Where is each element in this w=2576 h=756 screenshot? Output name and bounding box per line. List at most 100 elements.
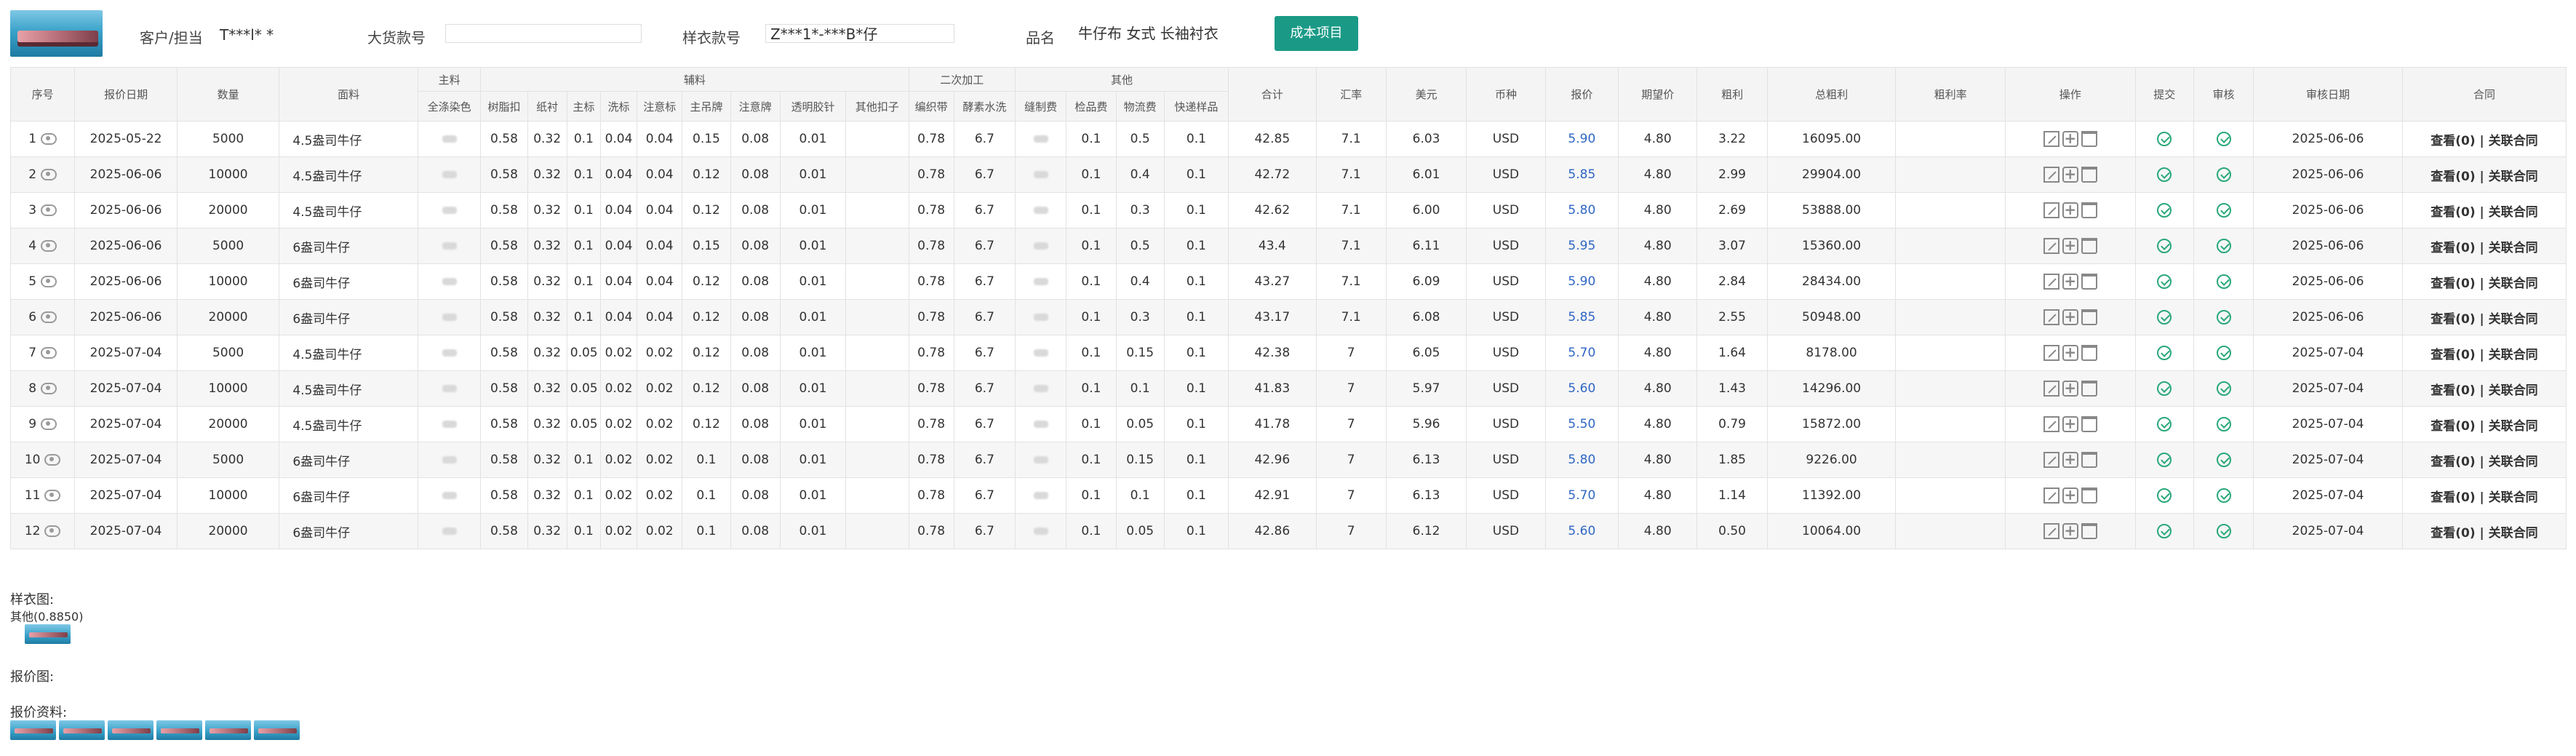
quote-doc-thumb[interactable] [205,720,251,740]
cell-contract[interactable]: 查看(0) | 关联合同 [2401,442,2567,478]
view-eye-icon[interactable] [44,525,61,537]
cell-note-label: 0.02 [637,442,683,478]
cell-other-btn [845,335,909,371]
quote-doc-thumb[interactable] [254,720,300,740]
delete-icon[interactable] [2081,202,2097,218]
add-icon[interactable] [2062,379,2078,397]
quote-doc-thumb[interactable] [10,720,56,740]
cell-note-tag: 0.08 [730,156,781,193]
edit-icon[interactable] [2043,202,2059,218]
cell-lining: 0.32 [527,156,567,193]
cell-contract[interactable]: 查看(0) | 关联合同 [2401,263,2567,300]
add-icon[interactable] [2062,130,2078,147]
delete-icon[interactable] [2081,309,2097,325]
sample-image-thumb[interactable] [25,624,71,644]
cell-profit-rate [1895,121,2006,157]
view-eye-icon[interactable] [44,454,61,466]
edit-icon[interactable] [2043,131,2059,147]
edit-icon[interactable] [2043,416,2059,432]
add-icon[interactable] [2062,343,2078,361]
edit-icon[interactable] [2043,345,2059,361]
delete-icon[interactable] [2081,238,2097,254]
view-eye-icon[interactable] [41,133,57,145]
edit-icon[interactable] [2043,488,2059,504]
cell-quote[interactable]: 5.85 [1544,156,1619,193]
cell-contract[interactable]: 查看(0) | 关联合同 [2401,156,2567,193]
quote-doc-thumb[interactable] [156,720,202,740]
delete-icon[interactable] [2081,523,2097,539]
cell-quote[interactable]: 5.80 [1544,192,1619,228]
cell-contract[interactable]: 查看(0) | 关联合同 [2401,370,2567,407]
delete-icon[interactable] [2081,167,2097,183]
cell-hangtag: 0.12 [682,263,731,300]
delete-icon[interactable] [2081,131,2097,147]
view-eye-icon[interactable] [41,418,57,430]
add-icon[interactable] [2062,236,2078,254]
cell-quote[interactable]: 5.90 [1544,121,1619,157]
delete-icon[interactable] [2081,274,2097,290]
add-icon[interactable] [2062,415,2078,432]
edit-icon[interactable] [2043,167,2059,183]
cell-quote[interactable]: 5.50 [1544,406,1619,442]
delete-icon[interactable] [2081,452,2097,468]
cell-resin-btn: 0.58 [480,156,528,193]
quote-doc-thumb[interactable] [59,720,105,740]
add-icon[interactable] [2062,522,2078,539]
col-seq: 序号 [9,67,76,122]
edit-icon[interactable] [2043,274,2059,290]
cell-contract[interactable]: 查看(0) | 关联合同 [2401,477,2567,514]
cell-quote[interactable]: 5.85 [1544,299,1619,335]
cell-quote[interactable]: 5.60 [1544,513,1619,549]
view-eye-icon[interactable] [41,204,57,216]
cost-items-button[interactable]: 成本项目 [1275,16,1358,51]
cell-quote[interactable]: 5.60 [1544,370,1619,407]
view-eye-icon[interactable] [41,311,57,323]
cell-quote[interactable]: 5.70 [1544,477,1619,514]
edit-icon[interactable] [2043,523,2059,539]
cell-contract[interactable]: 查看(0) | 关联合同 [2401,121,2567,157]
add-icon[interactable] [2062,165,2078,183]
cell-contract[interactable]: 查看(0) | 关联合同 [2401,335,2567,371]
quote-doc-thumb[interactable] [108,720,153,740]
cell-logistics: 0.15 [1115,442,1165,478]
delete-icon[interactable] [2081,416,2097,432]
cell-express: 0.1 [1163,370,1229,407]
sample-style-input[interactable]: Z***1*-***B*仔 [765,24,954,43]
delete-icon[interactable] [2081,488,2097,504]
cell-contract[interactable]: 查看(0) | 关联合同 [2401,192,2567,228]
cell-quote[interactable]: 5.95 [1544,228,1619,264]
view-eye-icon[interactable] [41,383,57,394]
view-eye-icon[interactable] [41,169,57,180]
delete-icon[interactable] [2081,381,2097,397]
cell-inspection: 0.1 [1066,370,1117,407]
view-eye-icon[interactable] [41,347,57,359]
view-eye-icon[interactable] [41,240,57,252]
delete-icon[interactable] [2081,345,2097,361]
cell-quote[interactable]: 5.70 [1544,335,1619,371]
edit-icon[interactable] [2043,452,2059,468]
cell-wash-label: 0.02 [599,513,638,549]
cell-contract[interactable]: 查看(0) | 关联合同 [2401,228,2567,264]
edit-icon[interactable] [2043,238,2059,254]
cell-contract[interactable]: 查看(0) | 关联合同 [2401,299,2567,335]
add-icon[interactable] [2062,201,2078,218]
view-eye-icon[interactable] [41,276,57,287]
cell-contract[interactable]: 查看(0) | 关联合同 [2401,513,2567,549]
cell-dye [418,335,482,371]
edit-icon[interactable] [2043,381,2059,397]
cell-expected: 4.80 [1618,299,1698,335]
product-input[interactable]: 牛仔布 女式 长袖衬衣 [1074,24,1269,43]
add-icon[interactable] [2062,272,2078,290]
cell-usd: 6.12 [1385,513,1467,549]
edit-icon[interactable] [2043,309,2059,325]
cell-quote[interactable]: 5.90 [1544,263,1619,300]
add-icon[interactable] [2062,308,2078,325]
cell-clear-tape: 0.01 [779,370,847,407]
cell-currency: USD [1466,442,1546,478]
add-icon[interactable] [2062,486,2078,504]
add-icon[interactable] [2062,450,2078,468]
cell-contract[interactable]: 查看(0) | 关联合同 [2401,406,2567,442]
cell-quote[interactable]: 5.80 [1544,442,1619,478]
view-eye-icon[interactable] [44,490,61,501]
bulk-style-input[interactable] [445,24,642,43]
